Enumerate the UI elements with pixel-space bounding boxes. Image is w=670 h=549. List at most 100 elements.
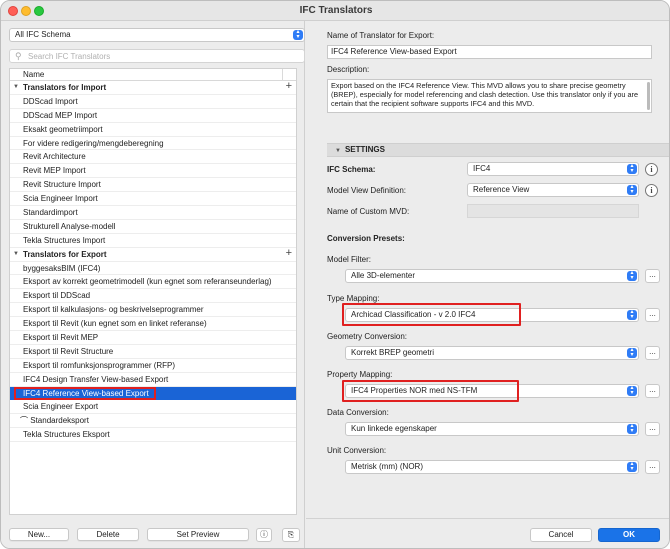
search-input[interactable]: ⚲ Search IFC Translators [9,49,305,63]
chevron-updown-icon: ▴ ▾ [627,184,637,195]
property-mapping-more-button[interactable]: ... [645,384,660,398]
chevron-updown-icon: ▴ ▾ [627,385,637,396]
unit-conversion-more-button[interactable]: ... [645,460,660,474]
list-item[interactable]: Scia Engineer Import [10,192,296,207]
selection-highlight [14,386,156,400]
chevron-updown-icon: ▴ ▾ [293,29,303,40]
list-item[interactable]: DDScad Import [10,95,296,109]
property-mapping-label: Property Mapping: [327,370,393,379]
delete-button[interactable]: Delete [77,528,139,541]
mvd-label: Model View Definition: [327,186,407,195]
list-item-label: Eksakt geometriimport [23,124,103,134]
ok-button[interactable]: OK [598,528,660,542]
data-conversion-select[interactable]: Kun linkede egenskaper ▴ ▾ [345,422,639,436]
list-item[interactable]: IFC4 Reference View-based Export [10,386,296,401]
list-column-header[interactable]: Name [10,69,296,81]
translator-list-pane: All IFC Schema ▴ ▾ ⚲ Search IFC Translato… [1,21,305,548]
list-item-label: Eksport til Revit Structure [23,346,114,356]
list-item[interactable]: Eksport til Revit Structure [10,345,296,359]
list-item[interactable]: Strukturell Analyse-modell [10,220,296,234]
list-item-label: Tekla Structures Import [23,235,106,245]
group-import[interactable]: ▼ Translators for Import + [10,80,296,95]
list-item-label: Eksport til Revit MEP [23,333,99,343]
ifc-schema-info-icon[interactable]: i [645,163,658,176]
unit-conversion-select[interactable]: Metrisk (mm) (NOR) ▴ ▾ [345,460,639,474]
set-preview-button[interactable]: Set Preview [147,528,249,541]
description-label: Description: [327,65,370,74]
new-button[interactable]: New... [9,528,69,541]
conversion-presets-label: Conversion Presets: [327,234,405,243]
group-import-label: Translators for Import [23,83,107,92]
add-export-translator-icon[interactable]: + [286,247,292,261]
settings-section-header[interactable]: ▼ SETTINGS [327,143,669,157]
disclosure-triangle-icon[interactable]: ▼ [13,248,19,262]
add-import-translator-icon[interactable]: + [286,80,292,94]
list-item-label: Tekla Structures Eksport [23,430,110,440]
mvd-info-icon[interactable]: i [645,184,658,197]
geometry-conversion-select[interactable]: Korrekt BREP geometri ▴ ▾ [345,346,639,360]
list-item-label: IFC4 Design Transfer View-based Export [23,374,169,384]
type-mapping-label: Type Mapping: [327,294,380,303]
chevron-updown-icon: ▴ ▾ [627,423,637,434]
list-item[interactable]: Eksport til kalkulasjons- og beskrivelse… [10,303,296,318]
list-item[interactable]: Tekla Structures Eksport [10,428,296,443]
disclosure-triangle-icon[interactable]: ▼ [13,81,19,95]
custom-mvd-label: Name of Custom MVD: [327,207,410,216]
mvd-select[interactable]: Reference View ▴ ▾ [467,183,639,197]
group-export-label: Translators for Export [23,249,107,259]
disclosure-triangle-icon: ▼ [335,148,341,154]
type-mapping-more-button[interactable]: ... [645,308,660,322]
ifc-schema-select[interactable]: IFC4 ▴ ▾ [467,162,639,176]
list-item[interactable]: byggesaksBIM (IFC4) [10,262,296,276]
list-item[interactable]: Scia Engineer Export [10,400,296,415]
model-filter-label: Model Filter: [327,255,372,264]
cancel-button[interactable]: Cancel [530,528,592,542]
list-item[interactable]: Eksport av korrekt geometrimodell (kun e… [10,275,296,290]
geometry-conversion-more-button[interactable]: ... [645,346,660,360]
title-bar: IFC Translators [1,1,669,21]
translator-settings-pane: Name of Translator for Export: IFC4 Refe… [306,21,669,548]
chevron-updown-icon: ▴ ▾ [627,309,637,320]
model-filter-select[interactable]: Alle 3D-elementer ▴ ▾ [345,269,639,283]
description-field[interactable]: Export based on the IFC4 Reference View.… [327,79,652,113]
list-item[interactable]: Revit Architecture [10,150,296,165]
list-item[interactable]: Eksport til Revit (kun egnet som en link… [10,317,296,332]
list-item[interactable]: For videre redigering/mengdeberegning [10,137,296,151]
translator-list[interactable]: Name ▼ Translators for Import + DDScad I… [9,68,297,515]
export-file-icon[interactable]: ⎘ [282,528,300,542]
list-item-label: Revit Architecture [23,152,86,162]
list-item[interactable]: Tekla Structures Import [10,234,296,248]
unit-conversion-value: Metrisk (mm) (NOR) [351,462,423,471]
info-icon[interactable]: ⓘ [256,528,272,542]
list-item[interactable]: Eksakt geometriimport [10,123,296,137]
schema-filter-select[interactable]: All IFC Schema ▴ ▾ [9,28,305,42]
list-item[interactable]: DDScad MEP Import [10,109,296,123]
list-item-label: Standardimport [23,208,78,218]
list-item[interactable]: Standardimport [10,206,296,220]
description-scrollbar[interactable] [647,82,650,110]
list-item[interactable]: Revit Structure Import [10,178,296,193]
bottom-divider [306,518,669,519]
ifc-schema-label: IFC Schema: [327,165,376,174]
list-item-label: Eksport til romfunksjonsprogrammer (RFP) [23,360,176,370]
chevron-updown-icon: ▴ ▾ [627,270,637,281]
group-export[interactable]: ▼ Translators for Export + [10,247,296,262]
mvd-value: Reference View [473,185,530,194]
list-item[interactable]: ⌒ Standardeksport [10,414,296,429]
model-filter-more-button[interactable]: ... [645,269,660,283]
chevron-updown-icon: ▴ ▾ [627,347,637,358]
list-item[interactable]: Eksport til Revit MEP [10,331,296,345]
list-item[interactable]: Revit MEP Import [10,164,296,179]
data-conversion-label: Data Conversion: [327,408,389,417]
geometry-conversion-value: Korrekt BREP geometri [351,348,434,357]
schema-filter-value: All IFC Schema [15,30,71,39]
ifc-translators-window: IFC Translators All IFC Schema ▴ ▾ ⚲ Sear… [0,0,670,549]
column-header-name: Name [23,70,45,79]
translator-name-field[interactable]: IFC4 Reference View-based Export [327,45,652,59]
ifc-schema-value: IFC4 [473,164,491,173]
search-placeholder: Search IFC Translators [28,52,111,61]
list-item[interactable]: IFC4 Design Transfer View-based Export [10,373,296,387]
list-item[interactable]: Eksport til DDScad [10,289,296,304]
data-conversion-more-button[interactable]: ... [645,422,660,436]
list-item[interactable]: Eksport til romfunksjonsprogrammer (RFP) [10,359,296,373]
